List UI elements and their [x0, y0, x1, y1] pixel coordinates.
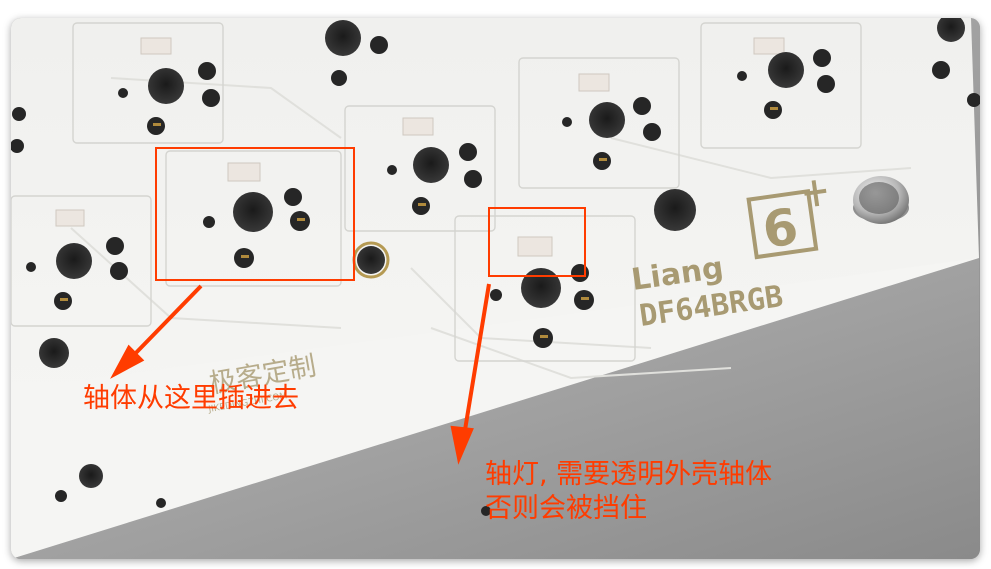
caption-switch-insert: 轴体从这里插进去 [83, 383, 299, 414]
caption-led-line1: 轴灯, 需要透明外壳轴体 [485, 459, 773, 490]
photo-frame: 极客定制 JIKEDINGZHI.COM Liang DF64BRGB 6 轴体… [11, 18, 980, 559]
caption-led-note: 轴灯, 需要透明外壳轴体 否则会被挡住 [485, 458, 772, 526]
caption-led-line2: 否则会被挡住 [485, 493, 647, 524]
